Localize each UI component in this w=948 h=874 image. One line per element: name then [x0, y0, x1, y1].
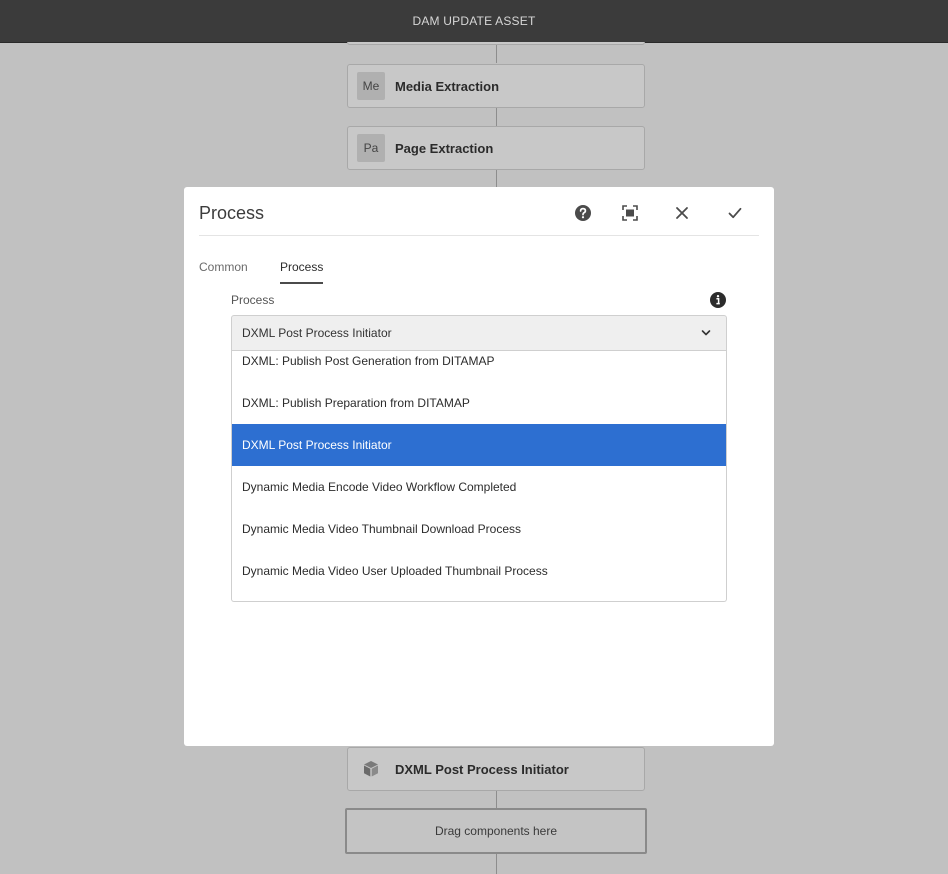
option-item[interactable]: Dynamic Media Video User Uploaded Thumbn…	[232, 550, 726, 592]
process-options-list[interactable]: DXML: Publish Post Generation from DITAM…	[231, 351, 727, 602]
drop-zone[interactable]: Drag components here	[345, 808, 647, 854]
flow-connector	[496, 170, 497, 187]
workflow-step-media-extraction[interactable]: Me Media Extraction	[347, 64, 645, 108]
option-item[interactable]: DXML: Publish Preparation from DITAMAP	[232, 382, 726, 424]
package-icon	[357, 755, 385, 783]
dialog-title: Process	[199, 203, 265, 223]
process-select[interactable]: DXML Post Process Initiator	[231, 315, 727, 351]
step-title: DXML Post Process Initiator	[395, 761, 569, 777]
flow-connector	[496, 43, 497, 63]
checkmark-icon	[728, 207, 742, 219]
top-bar: DAM UPDATE ASSET	[0, 0, 948, 43]
option-item[interactable]: Dynamic Media Video Thumbnail Download P…	[232, 508, 726, 550]
done-button[interactable]	[723, 201, 747, 225]
process-field-label: Process	[231, 293, 275, 307]
step-badge: Me	[357, 72, 385, 100]
tab-process[interactable]: Process	[280, 260, 324, 284]
drop-zone-label: Drag components here	[434, 824, 558, 838]
step-badge: Pa	[357, 134, 385, 162]
step-title: Media Extraction	[395, 78, 500, 94]
step-title: Page Extraction	[395, 140, 494, 156]
select-value: DXML Post Process Initiator	[242, 326, 392, 340]
info-icon[interactable]	[709, 291, 727, 309]
flow-connector	[496, 108, 497, 126]
workflow-step-dxml-post-process[interactable]: DXML Post Process Initiator	[347, 747, 645, 791]
fullscreen-button[interactable]	[618, 201, 642, 225]
workflow-step-page-extraction[interactable]: Pa Page Extraction	[347, 126, 645, 170]
options-scroll-content: DXML: Publish Post Generation from DITAM…	[232, 351, 726, 592]
dialog-header: Process	[199, 187, 759, 236]
workflow-step-media-extraction[interactable]	[347, 42, 645, 45]
close-icon	[676, 207, 688, 219]
close-button[interactable]	[670, 201, 694, 225]
help-icon	[575, 205, 591, 221]
option-item[interactable]: Dynamic Media Encode Video Workflow Comp…	[232, 466, 726, 508]
option-item[interactable]: DXML: Publish Post Generation from DITAM…	[232, 351, 726, 382]
flow-connector	[496, 791, 497, 808]
workflow-title: DAM UPDATE ASSET	[412, 14, 536, 28]
fullscreen-icon	[622, 205, 638, 221]
chevron-down-icon	[701, 330, 711, 336]
option-item-selected[interactable]: DXML Post Process Initiator	[232, 424, 726, 466]
flow-connector	[496, 854, 497, 874]
help-button[interactable]	[571, 201, 595, 225]
tab-common[interactable]: Common	[199, 260, 248, 282]
process-dialog: Process Common Process Process DXML Post…	[184, 187, 774, 746]
